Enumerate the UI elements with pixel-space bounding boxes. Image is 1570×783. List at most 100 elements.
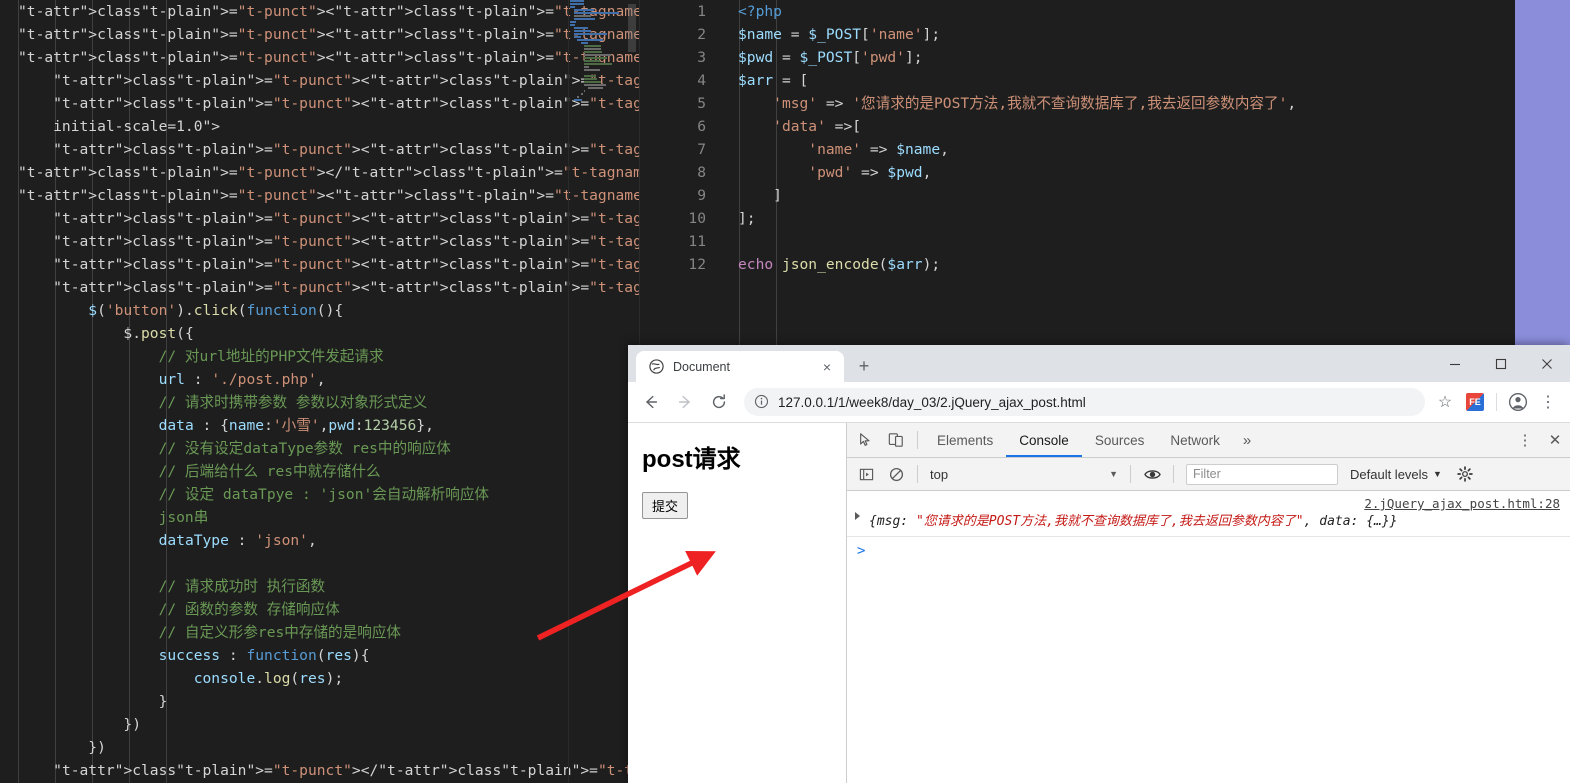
- device-toggle-icon[interactable]: [881, 426, 911, 454]
- code-line[interactable]: "t-attr">class"t-plain">="t-punct"><"t-a…: [0, 138, 640, 161]
- code-line[interactable]: "t-attr">class"t-plain">="t-punct"><"t-a…: [0, 23, 640, 46]
- php-source-code[interactable]: 1 <?php 2 $name = $_POST['name']; 3 $pwd = $_…: [640, 0, 1515, 276]
- code-line[interactable]: }): [0, 736, 640, 759]
- code-line[interactable]: // 请求成功时 执行函数: [0, 575, 640, 598]
- info-circle-icon[interactable]: [754, 394, 770, 410]
- code-line[interactable]: 6 'data' =>[: [640, 115, 1515, 138]
- code-line[interactable]: 7 'name' => $name,: [640, 138, 1515, 161]
- console-message-source[interactable]: 2.jQuery_ajax_post.html:28: [1364, 494, 1560, 513]
- code-line[interactable]: "t-attr">class"t-plain">="t-punct"><"t-a…: [0, 92, 640, 115]
- tab-network[interactable]: Network: [1157, 423, 1233, 457]
- editor-pane-html[interactable]: "t-attr">class"t-plain">="t-punct"><"t-a…: [0, 0, 640, 783]
- html-source-code[interactable]: "t-attr">class"t-plain">="t-punct"><"t-a…: [0, 0, 640, 782]
- prompt-caret-icon: >: [857, 543, 866, 559]
- console-filter-input[interactable]: Filter: [1186, 463, 1338, 485]
- code-line[interactable]: "t-attr">class"t-plain">="t-punct"><"t-a…: [0, 46, 640, 69]
- code-line[interactable]: 3 $pwd = $_POST['pwd'];: [640, 46, 1515, 69]
- browser-menu-icon[interactable]: ⋮: [1534, 388, 1562, 416]
- code-line[interactable]: [0, 552, 640, 575]
- code-line[interactable]: "t-attr">class"t-plain">="t-punct"><"t-a…: [0, 230, 640, 253]
- code-line[interactable]: // 函数的参数 存储响应体: [0, 598, 640, 621]
- forward-button[interactable]: [670, 387, 700, 417]
- code-line[interactable]: $.post({: [0, 322, 640, 345]
- browser-content-area: post请求 提交 Elements Console Sources Netwo…: [628, 423, 1570, 783]
- code-line[interactable]: "t-attr">class"t-plain">="t-punct"><"t-a…: [0, 184, 640, 207]
- tab-elements[interactable]: Elements: [924, 423, 1006, 457]
- toolbar-divider: [1496, 393, 1497, 411]
- execution-context-select[interactable]: top ▼: [924, 463, 1124, 485]
- submit-button[interactable]: 提交: [642, 492, 689, 519]
- code-line[interactable]: // 设定 dataTpye : 'json'会自动解析响应体: [0, 483, 640, 506]
- expand-triangle-icon[interactable]: [855, 512, 860, 520]
- code-line[interactable]: 9 ]: [640, 184, 1515, 207]
- code-line[interactable]: // 自定义形参res中存储的是响应体: [0, 621, 640, 644]
- code-line[interactable]: // 请求时携带参数 参数以对象形式定义: [0, 391, 640, 414]
- browser-titlebar: Document × +: [628, 345, 1570, 382]
- code-line[interactable]: 4 $arr = [: [640, 69, 1515, 92]
- close-window-button[interactable]: [1524, 345, 1570, 382]
- code-line[interactable]: 8 'pwd' => $pwd,: [640, 161, 1515, 184]
- more-tabs-icon[interactable]: »: [1233, 423, 1261, 457]
- code-line[interactable]: "t-attr">class"t-plain">="t-punct"><"t-a…: [0, 207, 640, 230]
- browser-tab-document[interactable]: Document ×: [636, 351, 844, 382]
- bookmark-star-icon[interactable]: ☆: [1431, 388, 1459, 416]
- code-line[interactable]: "t-attr">class"t-plain">="t-punct"><"t-a…: [0, 253, 640, 276]
- log-levels-select[interactable]: Default levels ▼: [1344, 467, 1448, 482]
- code-line[interactable]: "t-attr">class"t-plain">="t-punct"><"t-a…: [0, 69, 640, 92]
- browser-tabstrip: Document × +: [628, 345, 878, 382]
- address-bar[interactable]: 127.0.0.1/1/week8/day_03/2.jQuery_ajax_p…: [744, 388, 1425, 416]
- code-line[interactable]: data : {name:'小雪',pwd:123456},: [0, 414, 640, 437]
- code-line[interactable]: dataType : 'json',: [0, 529, 640, 552]
- chevron-down-icon-levels: ▼: [1433, 469, 1442, 479]
- code-line[interactable]: "t-attr">class"t-plain">="t-punct"><"t-a…: [0, 0, 640, 23]
- console-sidebar-icon[interactable]: [851, 460, 881, 488]
- code-line[interactable]: 1 <?php: [640, 0, 1515, 23]
- devtools-menu-icon[interactable]: ⋮: [1510, 426, 1540, 454]
- browser-toolbar: 127.0.0.1/1/week8/day_03/2.jQuery_ajax_p…: [628, 382, 1570, 423]
- account-icon[interactable]: [1504, 388, 1532, 416]
- code-line[interactable]: 10];: [640, 207, 1515, 230]
- code-line[interactable]: }): [0, 713, 640, 736]
- code-line[interactable]: initial-scale=1.0">: [0, 115, 640, 138]
- line-number: 8: [697, 164, 706, 181]
- code-line[interactable]: }: [0, 690, 640, 713]
- back-button[interactable]: [636, 387, 666, 417]
- code-line[interactable]: 5 'msg' => '您请求的是POST方法,我就不查询数据库了,我去返回参数…: [640, 92, 1515, 115]
- tab-sources[interactable]: Sources: [1082, 423, 1158, 457]
- reload-button[interactable]: [704, 387, 734, 417]
- page-viewport[interactable]: post请求 提交: [628, 423, 847, 783]
- tab-console[interactable]: Console: [1006, 423, 1082, 457]
- code-line[interactable]: 12 echo json_encode($arr);: [640, 253, 1515, 276]
- line-number: 1: [697, 3, 706, 20]
- live-expression-icon[interactable]: [1137, 460, 1167, 488]
- code-line[interactable]: // 没有设定dataType参数 res中的响应体: [0, 437, 640, 460]
- code-line[interactable]: // 对url地址的PHP文件发起请求: [0, 345, 640, 368]
- code-line[interactable]: console.log(res);: [0, 667, 640, 690]
- code-line[interactable]: url : './post.php',: [0, 368, 640, 391]
- line-number: 7: [697, 141, 706, 158]
- code-line[interactable]: 2 $name = $_POST['name'];: [640, 23, 1515, 46]
- settings-gear-icon[interactable]: [1450, 460, 1480, 488]
- minimize-button[interactable]: [1432, 345, 1478, 382]
- code-line[interactable]: $('button').click(function(){: [0, 299, 640, 322]
- code-line[interactable]: "t-attr">class"t-plain">="t-punct"><"t-a…: [0, 276, 640, 299]
- maximize-button[interactable]: [1478, 345, 1524, 382]
- console-toolbar-divider-3: [1173, 465, 1174, 483]
- url-text: 127.0.0.1/1/week8/day_03/2.jQuery_ajax_p…: [778, 394, 1086, 410]
- code-line[interactable]: success : function(res){: [0, 644, 640, 667]
- code-line[interactable]: // 后端给什么 res中就存储什么: [0, 460, 640, 483]
- code-line[interactable]: json串: [0, 506, 640, 529]
- extension-fe-icon[interactable]: FE: [1461, 388, 1489, 416]
- close-icon[interactable]: ×: [818, 358, 836, 376]
- code-line[interactable]: 11: [640, 230, 1515, 253]
- code-line[interactable]: "t-attr">class"t-plain">="t-punct"></"t-…: [0, 161, 640, 184]
- new-tab-button[interactable]: +: [850, 352, 878, 380]
- devtools-close-icon[interactable]: ✕: [1540, 426, 1570, 454]
- console-prompt-row[interactable]: >: [847, 537, 1570, 565]
- console-message[interactable]: 2.jQuery_ajax_post.html:28 {msg: "您请求的是P…: [847, 491, 1570, 537]
- clear-console-icon[interactable]: [881, 460, 911, 488]
- code-line[interactable]: "t-attr">class"t-plain">="t-punct"></"t-…: [0, 759, 640, 782]
- inspect-cursor-icon[interactable]: [851, 426, 881, 454]
- console-output[interactable]: 2.jQuery_ajax_post.html:28 {msg: "您请求的是P…: [847, 491, 1570, 783]
- line-number: 3: [697, 49, 706, 66]
